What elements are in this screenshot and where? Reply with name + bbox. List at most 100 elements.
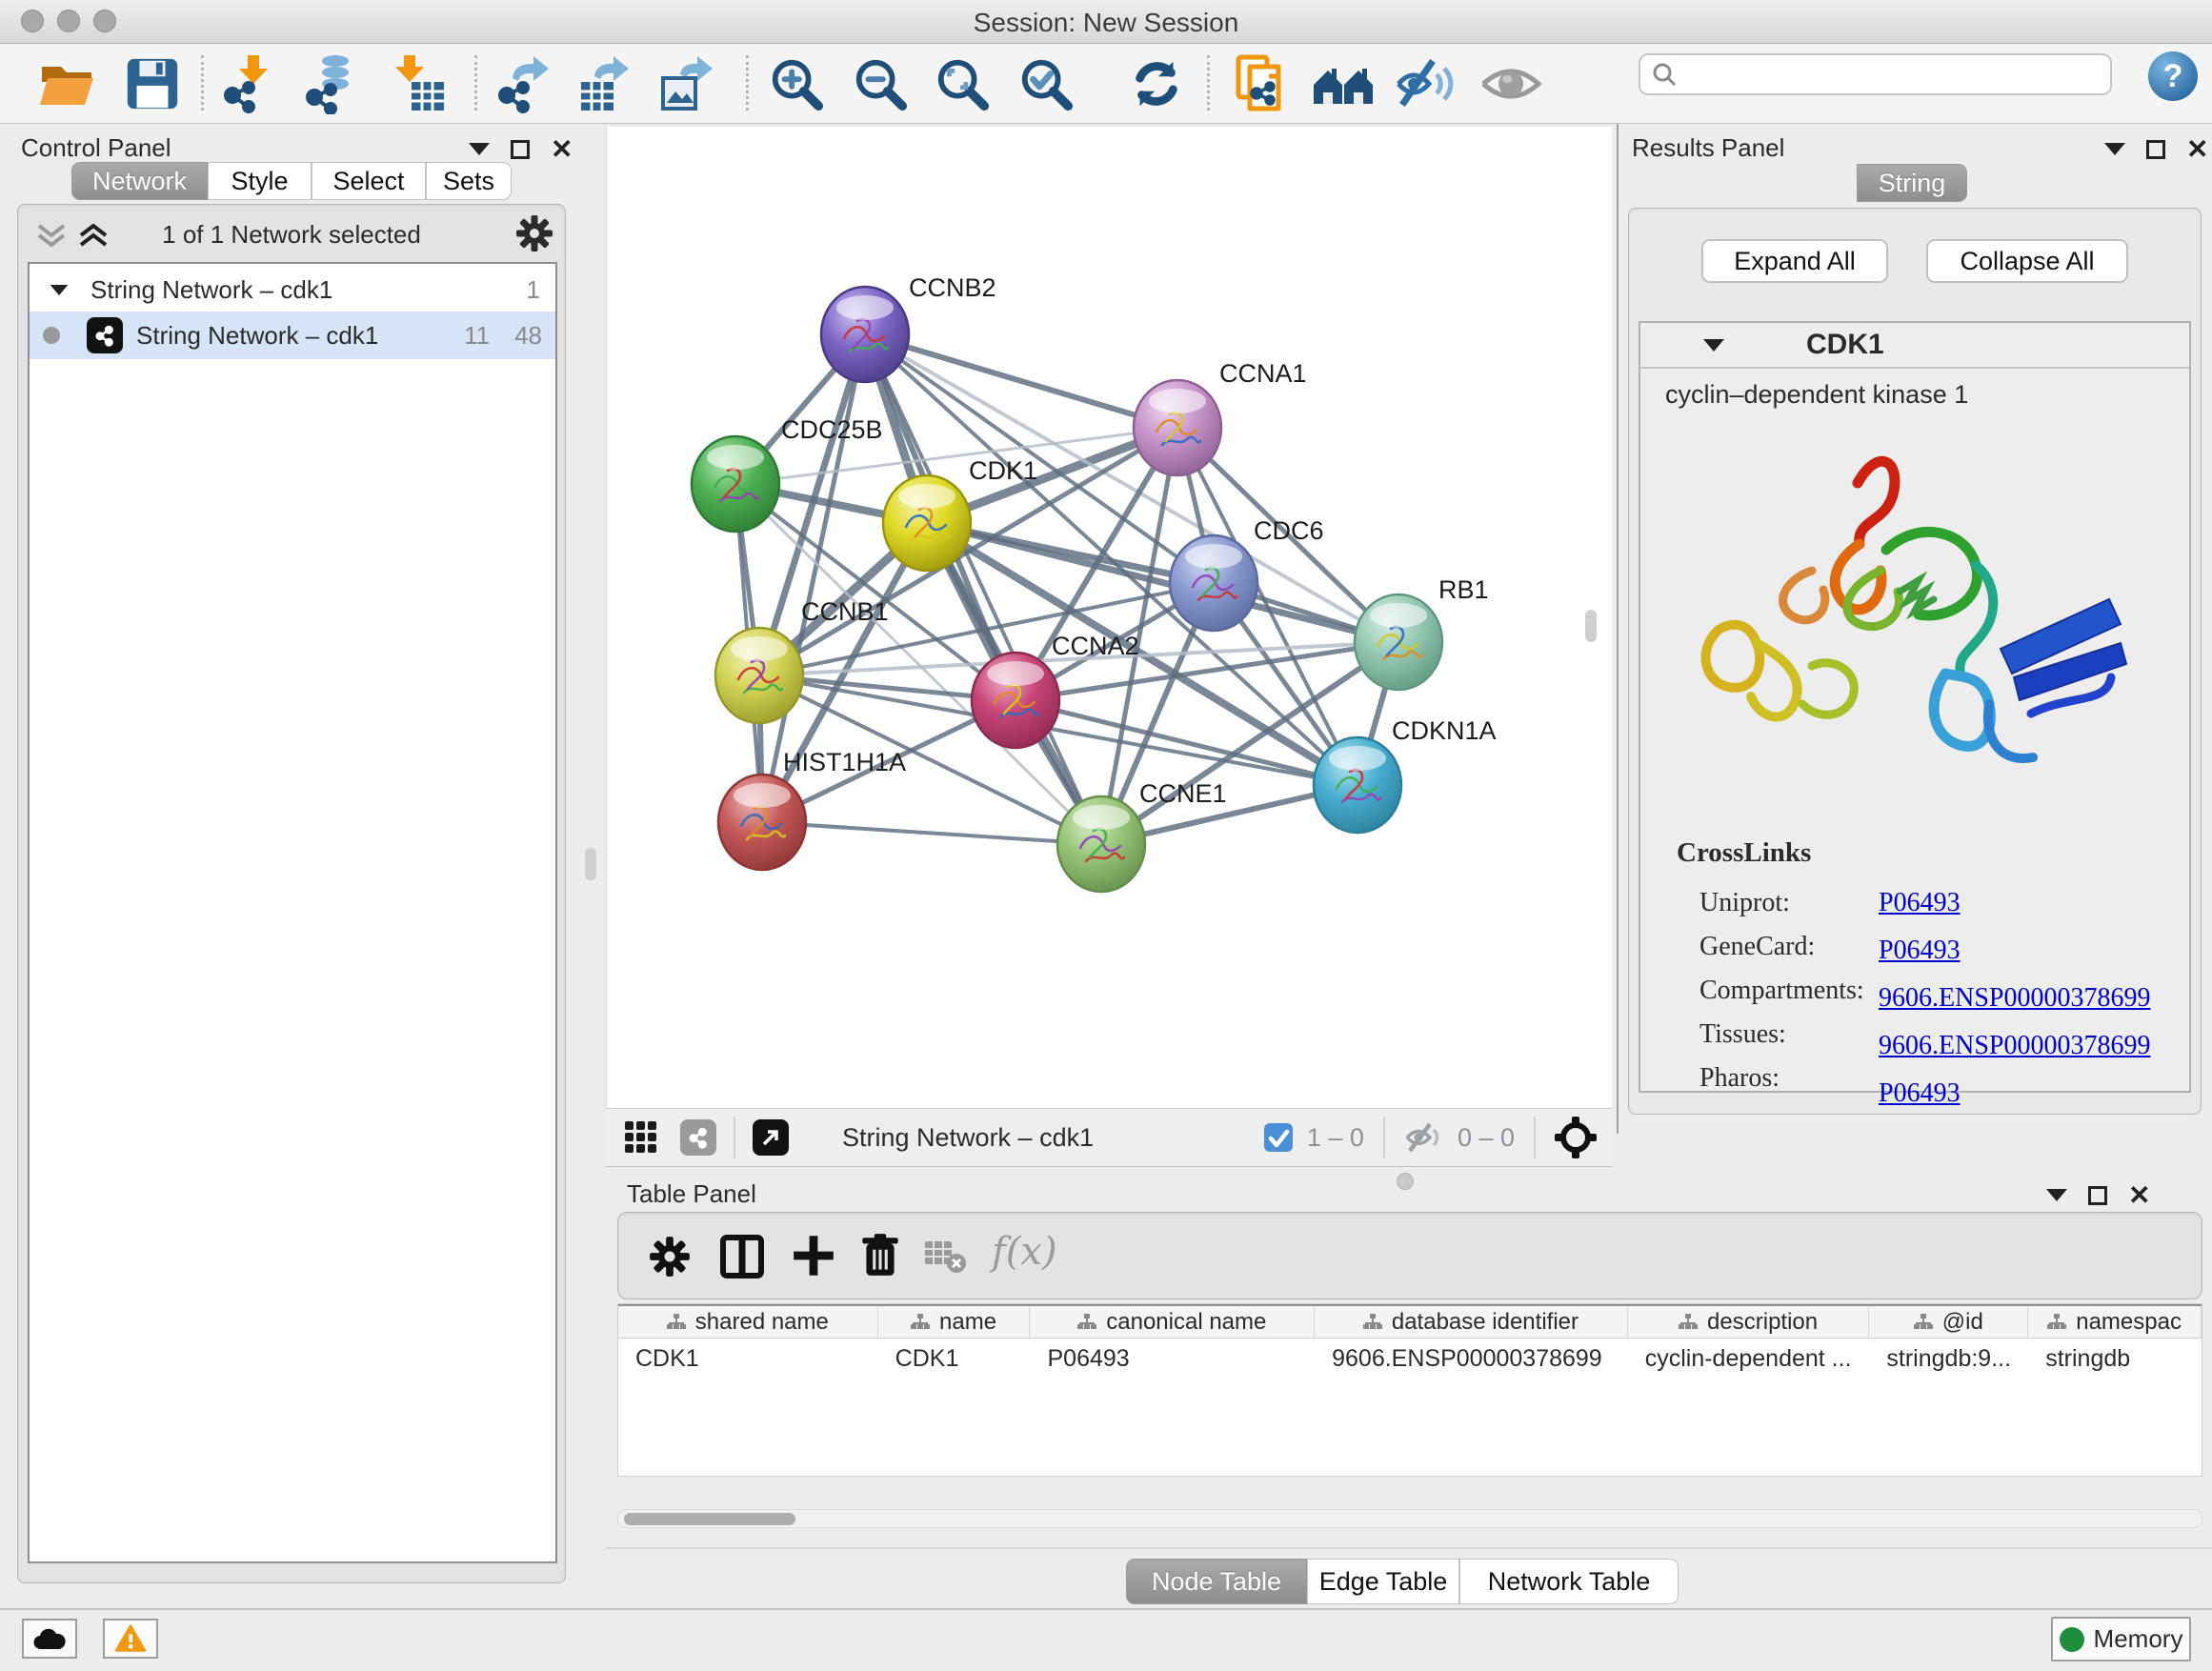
column-header-1[interactable]: name: [878, 1306, 1031, 1338]
node-table: shared namenamecanonical namedatabase id…: [617, 1303, 2202, 1477]
network-collection-row[interactable]: String Network – cdk1 1: [30, 268, 555, 312]
export-image-icon[interactable]: [654, 51, 718, 116]
network-options-gear-icon[interactable]: [515, 214, 553, 252]
open-in-new-window-icon[interactable]: [753, 1119, 789, 1156]
cloud-button[interactable]: [22, 1619, 77, 1659]
tab-sets[interactable]: Sets: [426, 162, 512, 200]
delete-column-icon[interactable]: [858, 1232, 902, 1279]
crosslink-pharos[interactable]: P06493: [1879, 1078, 1961, 1108]
import-network-icon[interactable]: [217, 51, 282, 116]
table-cell-6[interactable]: stringdb: [2028, 1345, 2202, 1373]
open-folder-icon[interactable]: [34, 51, 99, 116]
tab-string[interactable]: String: [1857, 164, 1967, 202]
table-cell-5[interactable]: stringdb:9...: [1869, 1345, 2028, 1373]
tab-style[interactable]: Style: [208, 162, 312, 200]
network-canvas[interactable]: CCNB2CCNA1CDC25BCDK1CDC6RB1CCNB1CCNA2CDK…: [606, 127, 1612, 1108]
tree-expand-icon[interactable]: [50, 284, 69, 294]
table-hscrollbar-track[interactable]: [617, 1509, 2202, 1528]
right-splitter-handle[interactable]: [1585, 610, 1597, 642]
network-row-selected[interactable]: String Network – cdk1 11 48: [30, 312, 555, 359]
crosslink-uniprot[interactable]: P06493: [1879, 888, 1961, 917]
table-cell-1[interactable]: CDK1: [878, 1345, 1031, 1373]
export-network-icon[interactable]: [492, 51, 556, 116]
table-panel-title: Table Panel: [627, 1179, 756, 1209]
node-label-CCNA2: CCNA2: [1052, 632, 1139, 660]
crosslink-tissues[interactable]: 9606.ENSP00000378699: [1879, 1031, 2150, 1060]
refresh-icon[interactable]: [1124, 51, 1189, 116]
gene-card-header[interactable]: CDK1: [1640, 323, 2189, 369]
toolbar-separator: [1207, 55, 1210, 111]
import-table-icon[interactable]: [385, 51, 450, 116]
tab-network-table[interactable]: Network Table: [1459, 1559, 1679, 1604]
search-input[interactable]: [1686, 60, 2086, 90]
control-panel-menu-icon[interactable]: [469, 143, 490, 155]
table-panel-menu-icon[interactable]: [2046, 1189, 2067, 1201]
grid-view-icon[interactable]: [623, 1119, 659, 1156]
table-row[interactable]: CDK1CDK1P064939606.ENSP00000378699cyclin…: [618, 1339, 2202, 1379]
table-panel-close-icon[interactable]: ✕: [2128, 1179, 2150, 1211]
network-view-title: String Network – cdk1: [842, 1123, 1094, 1153]
attribute-icon: [667, 1314, 686, 1331]
left-splitter-handle[interactable]: [585, 848, 596, 880]
houses-icon[interactable]: [1311, 51, 1376, 116]
export-table-icon[interactable]: [572, 51, 636, 116]
node-gloss-highlight: [1185, 544, 1242, 569]
selected-checkbox-icon[interactable]: [1263, 1122, 1294, 1153]
warning-button[interactable]: [103, 1619, 158, 1659]
help-icon[interactable]: ?: [2148, 51, 2198, 101]
create-column-icon[interactable]: [792, 1234, 835, 1278]
tab-select[interactable]: Select: [312, 162, 426, 200]
tab-edge-table[interactable]: Edge Table: [1307, 1559, 1459, 1604]
search-box: [1639, 53, 2112, 95]
share-view-icon[interactable]: [680, 1119, 716, 1156]
table-hscrollbar-thumb[interactable]: [624, 1513, 795, 1525]
column-header-0[interactable]: shared name: [618, 1306, 878, 1338]
memory-button[interactable]: Memory: [2051, 1617, 2191, 1661]
crosslink-label: Compartments:: [1699, 969, 1864, 1013]
node-label-CCNA1: CCNA1: [1219, 359, 1307, 388]
table-panel-float-icon[interactable]: [2088, 1186, 2107, 1205]
zoom-fit-icon[interactable]: [930, 51, 995, 116]
eye-slash-wave-icon[interactable]: [1393, 51, 1458, 116]
document-share-icon[interactable]: [1231, 51, 1296, 116]
node-gloss-highlight: [1149, 389, 1206, 413]
node-label-CCNB1: CCNB1: [801, 597, 889, 626]
results-panel-close-icon[interactable]: ✕: [2186, 133, 2208, 165]
table-cell-2[interactable]: P06493: [1030, 1345, 1315, 1373]
control-panel-close-icon[interactable]: ✕: [551, 133, 573, 165]
save-icon[interactable]: [120, 51, 185, 116]
gene-collapse-icon[interactable]: [1703, 339, 1724, 352]
column-header-5[interactable]: @id: [1869, 1306, 2028, 1338]
birdseye-target-icon[interactable]: [1555, 1117, 1597, 1158]
gray-eye-icon[interactable]: [1478, 51, 1543, 116]
expand-all-button[interactable]: Expand All: [1701, 239, 1888, 283]
selected-count: 1 – 0: [1307, 1123, 1364, 1153]
results-panel-menu-icon[interactable]: [2104, 143, 2125, 155]
table-gear-icon[interactable]: [649, 1236, 691, 1278]
column-header-3[interactable]: database identifier: [1315, 1306, 1628, 1338]
node-gloss-highlight: [734, 783, 791, 808]
crosslink-genecard[interactable]: P06493: [1879, 936, 1961, 965]
collection-label: String Network – cdk1: [90, 275, 332, 305]
crosslinks-title: CrossLinks: [1677, 837, 1811, 869]
collapse-all-button[interactable]: Collapse All: [1926, 239, 2128, 283]
zoom-out-icon[interactable]: [848, 51, 913, 116]
zoom-in-icon[interactable]: [764, 51, 829, 116]
node-gloss-highlight: [1329, 746, 1386, 771]
table-cell-0[interactable]: CDK1: [618, 1345, 878, 1373]
column-header-2[interactable]: canonical name: [1030, 1306, 1315, 1338]
column-header-6[interactable]: namespac: [2028, 1306, 2202, 1338]
results-panel-float-icon[interactable]: [2146, 140, 2165, 159]
attribute-icon: [1077, 1314, 1096, 1331]
column-header-4[interactable]: description: [1628, 1306, 1870, 1338]
tab-node-table[interactable]: Node Table: [1126, 1559, 1307, 1604]
toolbar-separator: [746, 55, 749, 111]
tab-network[interactable]: Network: [71, 162, 208, 200]
show-columns-icon[interactable]: [719, 1234, 765, 1279]
table-cell-3[interactable]: 9606.ENSP00000378699: [1315, 1345, 1628, 1373]
import-database-icon[interactable]: [299, 51, 364, 116]
crosslink-compartments[interactable]: 9606.ENSP00000378699: [1879, 983, 2150, 1013]
table-cell-4[interactable]: cyclin-dependent ...: [1628, 1345, 1870, 1373]
zoom-selected-icon[interactable]: [1014, 51, 1078, 116]
control-panel-float-icon[interactable]: [511, 140, 530, 159]
